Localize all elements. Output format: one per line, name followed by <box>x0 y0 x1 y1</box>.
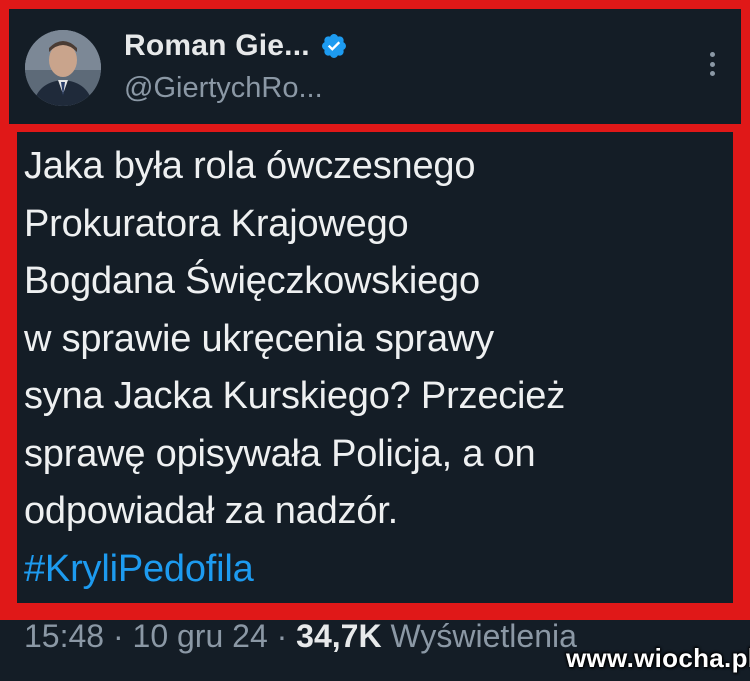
avatar[interactable] <box>25 30 101 106</box>
author-handle[interactable]: @GiertychRo... <box>124 72 323 105</box>
verified-badge-icon <box>320 32 348 60</box>
tweet-text: Jaka była rola ówczesnego Prokuratora Kr… <box>24 138 724 598</box>
hashtag-link[interactable]: #KryliPedofila <box>24 541 724 599</box>
tweet-text-line: w sprawie ukręcenia sprawy <box>24 317 494 360</box>
tweet-text-line: sprawę opisywała Policja, a on <box>24 432 536 475</box>
tweet-text-line: Prokuratora Krajowego <box>24 202 409 245</box>
views-label: Wyświetlenia <box>381 618 577 654</box>
views-count[interactable]: 34,7K <box>296 618 381 654</box>
site-watermark: www.wiocha.pl <box>566 643 750 673</box>
tweet-text-line: syna Jacka Kurskiego? Przecież <box>24 375 566 417</box>
meta-separator: · <box>104 618 133 654</box>
tweet-metadata: 15:48 · 10 gru 24 · 34,7K Wyświetlenia <box>24 618 577 655</box>
tweet-time[interactable]: 15:48 <box>24 618 104 654</box>
meta-separator: · <box>267 618 297 654</box>
tweet-text-line: Jaka była rola ówczesnego <box>24 145 476 187</box>
author-name-row: Roman Gie... <box>124 28 348 64</box>
profile-photo-icon <box>25 30 101 106</box>
more-options-icon[interactable] <box>700 48 724 80</box>
tweet-screenshot: Roman Gie... @GiertychRo... Jaka była ro… <box>0 0 750 681</box>
tweet-date[interactable]: 10 gru 24 <box>133 618 268 654</box>
tweet-text-line: Bogdana Święczkowskiego <box>24 260 480 302</box>
author-display-name[interactable]: Roman Gie... <box>124 29 310 63</box>
tweet-text-line: odpowiadał za nadzór. <box>24 490 398 532</box>
